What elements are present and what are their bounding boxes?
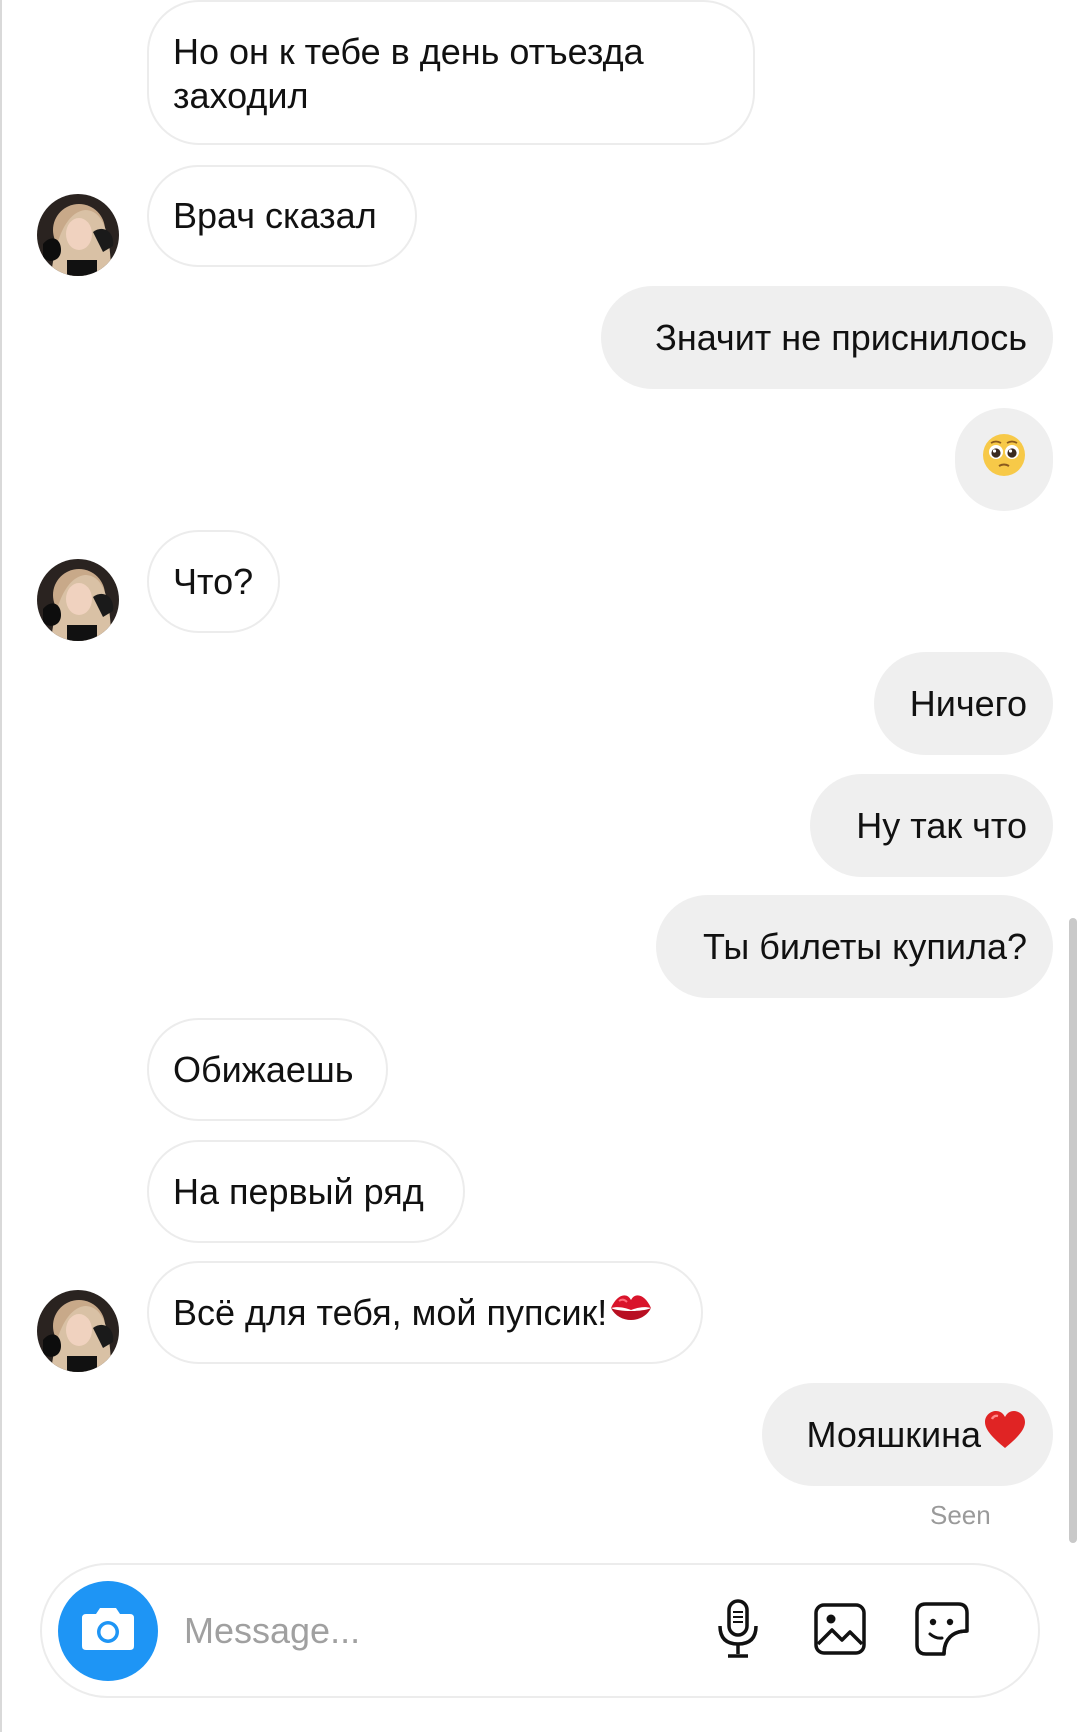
message-bubble-incoming[interactable]: Всё для тебя, мой пупсик! — [147, 1261, 703, 1364]
message-text: Но он к тебе в день отъезда заходил — [173, 31, 644, 116]
message-text: Ничего — [909, 682, 1027, 724]
contact-avatar[interactable] — [37, 559, 119, 641]
scrollbar[interactable] — [1069, 918, 1077, 1543]
message-bubble-incoming[interactable]: Обижаешь — [147, 1018, 388, 1121]
message-text: Ты билеты купила? — [702, 925, 1027, 967]
message-text: Значит не приснилось — [655, 316, 1027, 358]
message-text: Мояшкина — [806, 1413, 981, 1455]
message-bubble-incoming[interactable]: Что? — [147, 530, 280, 633]
sticker-icon — [914, 1601, 970, 1662]
message-bubble-outgoing[interactable] — [955, 408, 1053, 511]
message-bubble-incoming[interactable]: Врач сказал — [147, 165, 417, 267]
message-text: Ну так что — [856, 804, 1027, 846]
message-bubble-outgoing[interactable]: Ну так что — [810, 774, 1053, 877]
message-text: Врач сказал — [173, 195, 377, 236]
message-input[interactable] — [184, 1605, 704, 1657]
message-bubble-outgoing[interactable]: Ты билеты купила? — [656, 895, 1053, 998]
voice-message-button[interactable] — [705, 1598, 771, 1664]
sticker-button[interactable] — [909, 1598, 975, 1664]
message-text: На первый ряд — [173, 1170, 424, 1212]
message-composer — [40, 1563, 1040, 1698]
message-bubble-incoming[interactable]: Но он к тебе в день отъезда заходил — [147, 0, 755, 145]
microphone-icon — [714, 1598, 762, 1665]
pleading-face-icon — [981, 432, 1027, 488]
message-text: Обижаешь — [173, 1048, 354, 1090]
contact-avatar[interactable] — [37, 1290, 119, 1372]
kiss-mark-icon — [609, 1288, 653, 1338]
contact-avatar[interactable] — [37, 194, 119, 276]
message-text: Что? — [173, 560, 254, 602]
message-bubble-outgoing[interactable]: Значит не приснилось — [601, 286, 1053, 389]
message-bubble-outgoing[interactable]: Ничего — [874, 652, 1053, 755]
message-text: Всё для тебя, мой пупсик! — [173, 1291, 608, 1333]
red-heart-icon — [983, 1410, 1027, 1460]
camera-button[interactable] — [58, 1581, 158, 1681]
gallery-icon — [813, 1602, 867, 1661]
message-bubble-incoming[interactable]: На первый ряд — [147, 1140, 465, 1243]
message-bubble-outgoing[interactable]: Мояшкина — [762, 1383, 1053, 1486]
window-edge — [0, 0, 2, 1732]
chat-screen: Но он к тебе в день отъезда заходил Врач… — [0, 0, 1080, 1732]
camera-icon — [80, 1606, 136, 1657]
seen-status: Seen — [930, 1500, 991, 1530]
gallery-button[interactable] — [807, 1598, 873, 1664]
